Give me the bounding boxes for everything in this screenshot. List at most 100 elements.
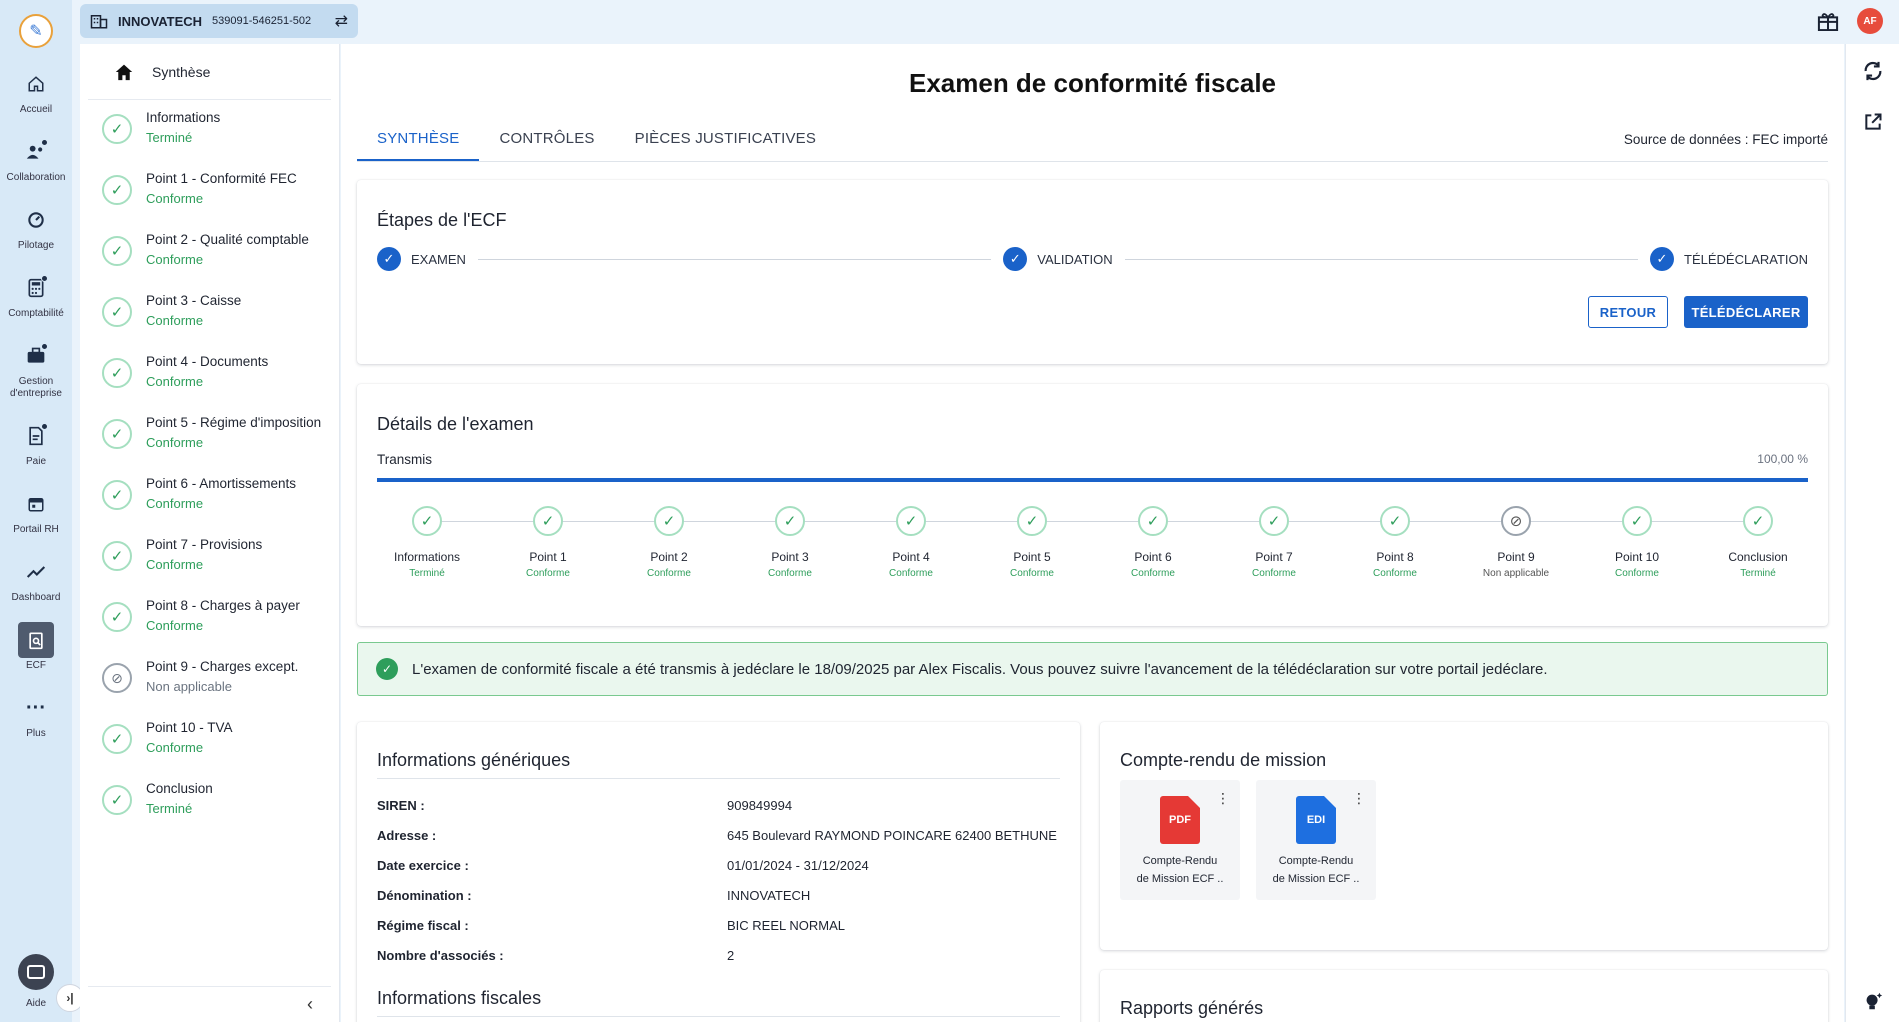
step-item-point-3[interactable]: ✓ Point 3 - Caisse Conforme — [80, 289, 339, 350]
step-item-point-2[interactable]: ✓ Point 2 - Qualité comptable Conforme — [80, 228, 339, 289]
nav-item-gestion[interactable]: Gestion d'entreprise — [0, 338, 72, 400]
stepper-step-examen: ✓ EXAMEN — [377, 247, 466, 271]
point-7[interactable]: ✓ Point 7 Conforme — [1224, 506, 1324, 596]
step-title: Point 5 - Régime d'imposition — [146, 415, 322, 430]
point-2[interactable]: ✓ Point 2 Conforme — [619, 506, 719, 596]
nav-item-dashboard[interactable]: Dashboard — [0, 554, 72, 604]
check-icon: ✓ — [1650, 247, 1674, 271]
gauge-icon — [18, 202, 54, 238]
step-item-point-1[interactable]: ✓ Point 1 - Conformité FEC Conforme — [80, 167, 339, 228]
point-8[interactable]: ✓ Point 8 Conforme — [1345, 506, 1445, 596]
nav-item-plus[interactable]: ··· Plus — [0, 690, 72, 740]
check-circle-icon: ✓ — [1138, 506, 1168, 536]
home-icon — [115, 64, 133, 80]
tab-pieces-justificatives[interactable]: PIÈCES JUSTIFICATIVES — [615, 130, 836, 161]
check-circle-icon: ✓ — [102, 724, 132, 754]
step-panel: Synthèse ✓ Informations Terminé ✓ Point 1… — [80, 44, 340, 1022]
check-circle-icon: ✓ — [102, 419, 132, 449]
step-item-point-5[interactable]: ✓ Point 5 - Régime d'imposition Conforme — [80, 411, 339, 472]
step-item-informations[interactable]: ✓ Informations Terminé — [80, 106, 339, 167]
nav-item-accueil[interactable]: Accueil — [0, 66, 72, 116]
gift-icon[interactable] — [1817, 11, 1839, 31]
nav-item-collaboration[interactable]: Collaboration — [0, 134, 72, 184]
teledeclarer-button[interactable]: TÉLÉDÉCLARER — [1684, 296, 1808, 328]
point-status: Conforme — [1131, 568, 1175, 579]
company-selector[interactable]: INNOVATECH 539091-546251-502 ⇄ — [80, 4, 358, 38]
compte-rendu-title: Compte-rendu de mission — [1120, 750, 1327, 770]
point-1[interactable]: ✓ Point 1 Conforme — [498, 506, 598, 596]
point-6[interactable]: ✓ Point 6 Conforme — [1103, 506, 1203, 596]
check-circle-icon: ✓ — [102, 602, 132, 632]
point-informations[interactable]: ✓ Informations Terminé — [377, 506, 477, 596]
point-3[interactable]: ✓ Point 3 Conforme — [740, 506, 840, 596]
help-button[interactable] — [18, 954, 54, 990]
step-title: Conclusion — [146, 781, 213, 796]
success-alert: ✓ L'examen de conformité fiscale a été t… — [357, 642, 1828, 696]
nav-item-portail-rh[interactable]: Portail RH — [0, 486, 72, 536]
step-status: Conforme — [146, 740, 204, 755]
info-row-nombre-associes: Nombre d'associés : 2 — [377, 948, 1060, 963]
check-circle-icon: ✓ — [654, 506, 684, 536]
stepper-label: EXAMEN — [411, 251, 466, 267]
step-title: Point 4 - Documents — [146, 354, 269, 369]
step-synthese[interactable]: Synthèse — [88, 44, 331, 100]
generic-info-title: Informations génériques — [377, 750, 571, 770]
user-avatar[interactable]: AF — [1857, 8, 1883, 34]
briefcase-icon — [18, 338, 54, 374]
point-10[interactable]: ✓ Point 10 Conforme — [1587, 506, 1687, 596]
point-4[interactable]: ✓ Point 4 Conforme — [861, 506, 961, 596]
document-label-line: Compte-Rendu — [1278, 855, 1354, 867]
step-title: Point 8 - Charges à payer — [146, 598, 300, 613]
point-name: Point 5 — [1013, 550, 1051, 564]
check-circle-icon: ✓ — [775, 506, 805, 536]
point-5[interactable]: ✓ Point 5 Conforme — [982, 506, 1082, 596]
point-name: Informations — [393, 550, 461, 564]
point-conclusion[interactable]: ✓ Conclusion Terminé — [1708, 506, 1808, 596]
nav-label: Collaboration — [6, 172, 66, 183]
step-item-point-8[interactable]: ✓ Point 8 - Charges à payer Conforme — [80, 594, 339, 655]
right-rail — [1845, 44, 1899, 1022]
point-status: Terminé — [1740, 568, 1776, 579]
more-icon: ··· — [26, 696, 46, 719]
tab-controles[interactable]: CONTRÔLES — [479, 130, 614, 161]
swap-icon[interactable]: ⇄ — [335, 11, 348, 31]
calculator-icon — [18, 270, 54, 306]
kebab-menu-icon[interactable]: ⋮ — [1216, 790, 1230, 807]
nav-label: Plus — [26, 728, 46, 739]
document-pdf[interactable]: ⋮ PDF Compte-Rendu de Mission ECF .. — [1120, 780, 1240, 900]
collapse-panel-button[interactable]: ‹ — [88, 986, 331, 1022]
step-item-point-7[interactable]: ✓ Point 7 - Provisions Conforme — [80, 533, 339, 594]
check-circle-icon: ✓ — [1743, 506, 1773, 536]
refresh-icon[interactable] — [1862, 60, 1884, 82]
step-status: Conforme — [146, 374, 204, 389]
kebab-menu-icon[interactable]: ⋮ — [1352, 790, 1366, 807]
step-item-point-10[interactable]: ✓ Point 10 - TVA Conforme — [80, 716, 339, 777]
info-row-date-exercice: Date exercice : 01/01/2024 - 31/12/2024 — [377, 858, 1060, 873]
progress-bar — [377, 478, 1808, 482]
open-external-icon[interactable] — [1863, 112, 1883, 132]
stepper-step-validation: ✓ VALIDATION — [1003, 247, 1113, 271]
edi-file-icon: EDI — [1296, 796, 1336, 844]
nav-item-ecf[interactable]: ECF — [0, 622, 72, 672]
step-item-point-4[interactable]: ✓ Point 4 - Documents Conforme — [80, 350, 339, 411]
info-value: INNOVATECH — [727, 888, 811, 903]
step-item-point-9[interactable]: ⊘ Point 9 - Charges except. Non applicabl… — [80, 655, 339, 716]
document-edi[interactable]: ⋮ EDI Compte-Rendu de Mission ECF .. — [1256, 780, 1376, 900]
check-icon: ✓ — [377, 247, 401, 271]
compte-rendu-card: Compte-rendu de mission ⋮ PDF Compte-Ren… — [1100, 722, 1828, 950]
step-item-point-6[interactable]: ✓ Point 6 - Amortissements Conforme — [80, 472, 339, 533]
nav-item-comptabilite[interactable]: Comptabilité — [0, 270, 72, 320]
check-circle-icon: ✓ — [376, 658, 398, 680]
step-item-conclusion[interactable]: ✓ Conclusion Terminé — [80, 777, 339, 838]
point-status: Conforme — [647, 568, 691, 579]
lightbulb-icon[interactable] — [1862, 990, 1884, 1012]
nav-item-pilotage[interactable]: Pilotage — [0, 202, 72, 252]
check-circle-icon: ✓ — [102, 785, 132, 815]
retour-button[interactable]: RETOUR — [1588, 296, 1668, 328]
app-logo[interactable]: ✎ — [19, 14, 53, 48]
chat-icon — [27, 965, 45, 979]
tab-synthese[interactable]: SYNTHÈSE — [357, 130, 480, 161]
point-9[interactable]: ⊘ Point 9 Non applicable — [1466, 506, 1566, 596]
nav-item-paie[interactable]: Paie — [0, 418, 72, 468]
document-label: Compte-Rendu de Mission ECF .. — [1273, 852, 1360, 888]
